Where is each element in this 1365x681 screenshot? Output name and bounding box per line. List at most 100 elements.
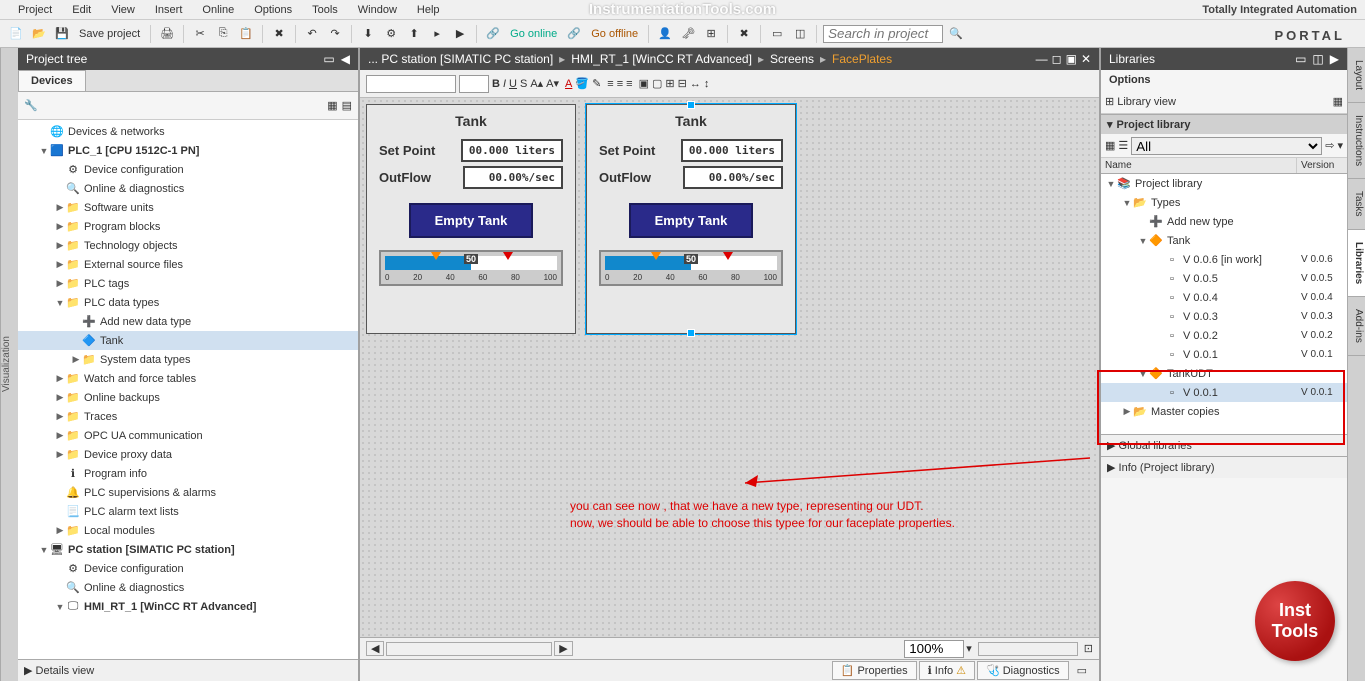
expand-icon[interactable]: ▶ — [54, 202, 66, 213]
search-input[interactable] — [823, 25, 943, 43]
tree-row[interactable]: ➕Add new data type — [18, 312, 358, 331]
menu-insert[interactable]: Insert — [145, 2, 193, 18]
expand-icon[interactable]: ▼ — [1137, 236, 1149, 246]
expand-icon[interactable]: ▶ — [54, 373, 66, 384]
menu-options[interactable]: Options — [244, 2, 302, 18]
align-center-icon[interactable]: ≡ — [617, 78, 623, 90]
tree-row[interactable]: ▶📁Software units — [18, 198, 358, 217]
tree-row[interactable]: ⚙Device configuration — [18, 160, 358, 179]
save-project-button[interactable]: Save project — [75, 28, 144, 40]
compile-icon[interactable]: ⚙ — [381, 24, 401, 44]
scroll-right-icon[interactable]: ▶ — [554, 641, 572, 656]
go-offline-icon[interactable]: 🔗 — [564, 24, 584, 44]
tree-row[interactable]: ▶📁External source files — [18, 255, 358, 274]
tree-row[interactable]: ℹProgram info — [18, 464, 358, 483]
lib-row[interactable]: ▫V 0.0.3V 0.0.3 — [1101, 307, 1347, 326]
tree-row[interactable]: 🔔PLC supervisions & alarms — [18, 483, 358, 502]
lib-row[interactable]: ▶📂Master copies — [1101, 402, 1347, 421]
maximize-icon[interactable]: ▣ — [1066, 52, 1077, 66]
tree-row[interactable]: 🔍Online & diagnostics — [18, 179, 358, 198]
bold-icon[interactable]: B — [492, 78, 500, 90]
devices-tab[interactable]: Devices — [18, 70, 86, 91]
font-size-input[interactable] — [459, 75, 489, 93]
expand-icon[interactable]: ▶ — [54, 221, 66, 232]
expand-icon[interactable]: ▼ — [38, 146, 50, 156]
tree-row[interactable]: 🔍Online & diagnostics — [18, 578, 358, 597]
zoom-slider[interactable] — [978, 642, 1078, 656]
cross-ref-icon[interactable]: ⊞ — [701, 24, 721, 44]
cert-icon[interactable]: 🗝 — [678, 24, 698, 44]
info-project-library-bar[interactable]: ▶ Info (Project library) — [1101, 456, 1347, 478]
split-v-icon[interactable]: ◫ — [790, 24, 810, 44]
fp-slider[interactable]: 50 020406080100 — [379, 250, 563, 286]
delete-icon[interactable]: ✖ — [269, 24, 289, 44]
underline-icon[interactable]: U — [509, 78, 517, 90]
ungroup-icon[interactable]: ⊟ — [678, 77, 687, 90]
go-online-icon[interactable]: 🔗 — [483, 24, 503, 44]
menu-online[interactable]: Online — [192, 2, 244, 18]
global-libraries-bar[interactable]: ▶ Global libraries — [1101, 434, 1347, 456]
lib-row[interactable]: ▼📂Types — [1101, 193, 1347, 212]
empty-tank-button[interactable]: Empty Tank — [629, 203, 754, 238]
tree-overview-icon[interactable]: ▤ — [342, 99, 352, 112]
panel-view-icon[interactable]: ▭ — [1295, 52, 1306, 66]
expand-icon[interactable]: ▼ — [54, 298, 66, 308]
strike-icon[interactable]: S — [520, 78, 527, 90]
lib-filter-select[interactable]: All — [1131, 137, 1322, 155]
vtab-layout[interactable]: Layout — [1348, 48, 1365, 103]
tree-row[interactable]: ▶📁Online backups — [18, 388, 358, 407]
project-library-header[interactable]: ▾ Project library — [1101, 115, 1347, 134]
library-view-icon[interactable]: ⊞ — [1105, 95, 1114, 108]
zoom-dropdown-icon[interactable]: ▾ — [966, 642, 972, 655]
go-offline-button[interactable]: Go offline — [587, 28, 642, 40]
send-back-icon[interactable]: ▢ — [652, 77, 662, 90]
expand-icon[interactable]: ▶ — [54, 392, 66, 403]
diagnostics-tab[interactable]: 🩺 Diagnostics — [977, 661, 1069, 680]
lib-row[interactable]: ▼🔶Tank — [1101, 231, 1347, 250]
close-x-icon[interactable]: ✖ — [734, 24, 754, 44]
tree-row[interactable]: 📃PLC alarm text lists — [18, 502, 358, 521]
font-color-icon[interactable]: A — [565, 78, 572, 90]
tree-network-icon[interactable]: 🔧 — [24, 99, 38, 112]
distribute-h-icon[interactable]: ↔ — [690, 78, 701, 90]
expand-icon[interactable]: ▶ — [70, 354, 82, 365]
expand-icon[interactable]: ▼ — [38, 545, 50, 555]
italic-icon[interactable]: I — [503, 78, 506, 90]
accessible-icon[interactable]: 👤 — [655, 24, 675, 44]
tree-row[interactable]: ▶📁OPC UA communication — [18, 426, 358, 445]
lib-details-icon[interactable]: ▦ — [1105, 139, 1115, 152]
bc-faceplates[interactable]: FacePlates — [832, 52, 892, 66]
panel-pin-icon[interactable]: ◫ — [1312, 52, 1323, 66]
menu-help[interactable]: Help — [407, 2, 450, 18]
tree-row[interactable]: ▶📁PLC tags — [18, 274, 358, 293]
lib-row[interactable]: ▫V 0.0.2V 0.0.2 — [1101, 326, 1347, 345]
expand-icon[interactable]: ▶ — [54, 240, 66, 251]
lib-row[interactable]: ▫V 0.0.4V 0.0.4 — [1101, 288, 1347, 307]
expand-icon[interactable]: ▶ — [1121, 406, 1133, 417]
font-bigger-icon[interactable]: A▴ — [530, 77, 543, 90]
left-rail-visualization[interactable]: Visualization — [0, 48, 18, 681]
empty-tank-button[interactable]: Empty Tank — [409, 203, 534, 238]
fit-icon[interactable]: ⊡ — [1084, 642, 1093, 655]
bc-hmi[interactable]: HMI_RT_1 [WinCC RT Advanced] — [571, 52, 752, 66]
distribute-v-icon[interactable]: ↕ — [704, 78, 710, 90]
expand-icon[interactable]: ▶ — [54, 278, 66, 289]
download-icon[interactable]: ⬇ — [358, 24, 378, 44]
menu-view[interactable]: View — [101, 2, 145, 18]
expand-icon[interactable]: ▶ — [54, 411, 66, 422]
tree-row[interactable]: ▼📁PLC data types — [18, 293, 358, 312]
lib-row[interactable]: ▫V 0.0.1V 0.0.1 — [1101, 383, 1347, 402]
go-online-button[interactable]: Go online — [506, 28, 561, 40]
new-icon[interactable]: 📄 — [6, 24, 26, 44]
line-color-icon[interactable]: ✎ — [592, 77, 601, 90]
tree-row[interactable]: ▶📁Watch and force tables — [18, 369, 358, 388]
collapse-icon[interactable]: ▭ — [323, 52, 334, 66]
vtab-instructions[interactable]: Instructions — [1348, 103, 1365, 179]
search-icon[interactable]: 🔍 — [946, 24, 966, 44]
lib-row[interactable]: ▼📚Project library — [1101, 174, 1347, 193]
save-icon[interactable]: 💾 — [52, 24, 72, 44]
vtab-addins[interactable]: Add-ins — [1348, 297, 1365, 356]
expand-icon[interactable]: ▶ — [54, 449, 66, 460]
close-icon[interactable]: ✕ — [1081, 52, 1091, 66]
upload-icon[interactable]: ⬆ — [404, 24, 424, 44]
